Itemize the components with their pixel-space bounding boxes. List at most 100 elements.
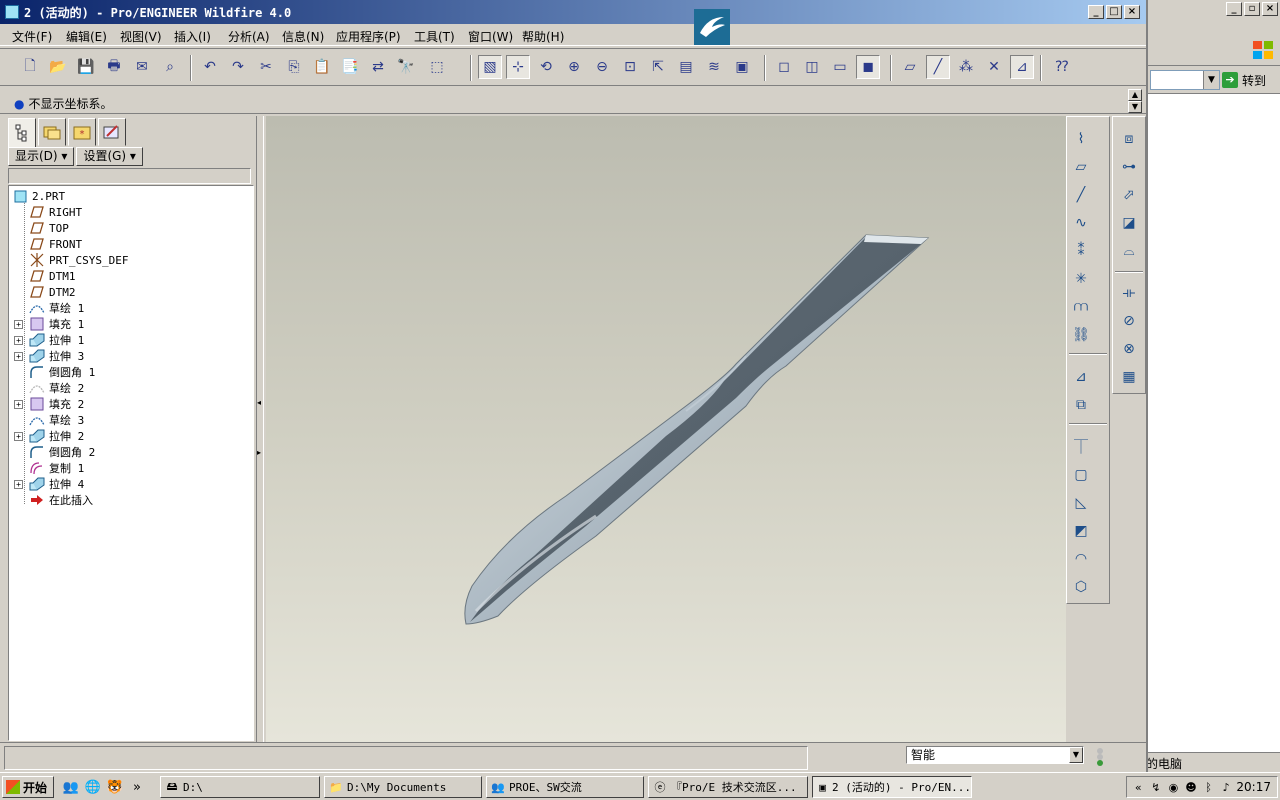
- rt-copy-geom-icon[interactable]: ⧉: [1069, 393, 1093, 417]
- tray-bluetooth-icon[interactable]: ᛒ: [1201, 780, 1216, 795]
- tree-item[interactable]: DTM2: [29, 284, 76, 300]
- taskbar-task[interactable]: ▣ 2 (活动的) - Pro/EN...: [812, 776, 972, 798]
- save-icon[interactable]: 💾: [74, 55, 98, 79]
- menu-window[interactable]: 窗口(W): [468, 28, 513, 45]
- rt-datum-curve-icon[interactable]: ∿: [1069, 211, 1093, 235]
- rt-chamfer-icon[interactable]: ⬡: [1069, 575, 1093, 599]
- expand-right-icon[interactable]: ▸: [257, 448, 261, 457]
- ie-quick-icon[interactable]: 🌐: [84, 778, 102, 796]
- tree-item[interactable]: FRONT: [29, 236, 82, 252]
- datum-point-display-icon[interactable]: ⁂: [954, 55, 978, 79]
- regenerate-icon[interactable]: ⇄: [366, 55, 390, 79]
- tray-expand-icon[interactable]: «: [1131, 780, 1146, 795]
- rt-trim-icon[interactable]: ⊗: [1117, 337, 1141, 361]
- menu-analysis[interactable]: 分析(A): [228, 28, 270, 45]
- tree-expander[interactable]: +: [14, 399, 23, 409]
- graphics-window[interactable]: [266, 116, 1066, 742]
- title-bar[interactable]: 2 (活动的) - Pro/ENGINEER Wildfire 4.0 _ □ …: [0, 0, 1146, 24]
- address-dropdown-button[interactable]: ▼: [1203, 71, 1219, 89]
- tree-filter-field[interactable]: [8, 168, 251, 184]
- background-address-input[interactable]: ▼: [1150, 70, 1220, 90]
- tree-item[interactable]: 拉伸 4: [29, 476, 84, 492]
- refit-icon[interactable]: ⊡: [618, 55, 642, 79]
- tray-volume-icon[interactable]: ♪: [1219, 780, 1234, 795]
- menu-tools[interactable]: 工具(T): [414, 28, 455, 45]
- tree-item[interactable]: 拉伸 1: [29, 332, 84, 348]
- tree-item[interactable]: 拉伸 3: [29, 348, 84, 364]
- maximize-button[interactable]: □: [1106, 5, 1122, 19]
- wireframe-icon[interactable]: ◻: [772, 55, 796, 79]
- annotation-display-icon[interactable]: ⊿: [1010, 55, 1034, 79]
- undo-icon[interactable]: ↶: [198, 55, 222, 79]
- layers-icon[interactable]: ≋: [702, 55, 726, 79]
- send-mail-icon[interactable]: ✉: [130, 55, 154, 79]
- redo-icon[interactable]: ↷: [226, 55, 250, 79]
- rt-hole-icon[interactable]: ⏉: [1069, 435, 1093, 459]
- connections-tab[interactable]: [98, 118, 126, 146]
- rt-datum-csys-icon[interactable]: ✳: [1069, 267, 1093, 291]
- rt-rib-icon[interactable]: ◺: [1069, 491, 1093, 515]
- rt-round-icon[interactable]: ◠: [1069, 547, 1093, 571]
- rt-blend-icon[interactable]: ◪: [1117, 211, 1141, 235]
- app-quick-icon[interactable]: 🐯: [106, 778, 124, 796]
- tree-root[interactable]: 2.PRT: [12, 188, 65, 204]
- expand-toggle-icon[interactable]: +: [14, 335, 23, 345]
- tree-expander[interactable]: +: [14, 335, 23, 345]
- datum-plane-display-icon[interactable]: ▱: [898, 55, 922, 79]
- expand-toggle-icon[interactable]: +: [14, 319, 23, 329]
- rt-datum-axis-icon[interactable]: ╱: [1069, 183, 1093, 207]
- cut-icon[interactable]: ✂: [254, 55, 278, 79]
- tree-item[interactable]: DTM1: [29, 268, 76, 284]
- minimize-button[interactable]: _: [1088, 5, 1104, 19]
- menu-view[interactable]: 视图(V): [120, 28, 162, 45]
- tree-item[interactable]: 填充 1: [29, 316, 84, 332]
- tree-item[interactable]: 倒圆角 1: [29, 364, 95, 380]
- settings-menu-button[interactable]: 设置(G) ▾: [76, 147, 143, 166]
- message-scroll-up-button[interactable]: ▲: [1128, 89, 1142, 101]
- go-button[interactable]: ➔ 转到: [1222, 70, 1266, 90]
- expand-toggle-icon[interactable]: +: [14, 431, 23, 441]
- expand-toggle-icon[interactable]: +: [14, 479, 23, 489]
- menu-edit[interactable]: 编辑(E): [66, 28, 107, 45]
- context-help-icon[interactable]: ⁇: [1050, 55, 1074, 79]
- paste-special-icon[interactable]: 📑: [338, 55, 362, 79]
- model-tree-tab[interactable]: [8, 118, 36, 148]
- tree-item[interactable]: 填充 2: [29, 396, 84, 412]
- send-link-icon[interactable]: ⌕: [158, 55, 182, 79]
- panel-splitter[interactable]: ◂ ▸: [256, 116, 264, 742]
- find-icon[interactable]: 🔭: [394, 55, 418, 79]
- menu-file[interactable]: 文件(F): [12, 28, 52, 45]
- view-manager-icon[interactable]: ▣: [730, 55, 754, 79]
- messenger-icon[interactable]: 👥: [62, 778, 80, 796]
- tree-expander[interactable]: +: [14, 351, 23, 361]
- tree-item[interactable]: PRT_CSYS_DEF: [29, 252, 128, 268]
- expand-toggle-icon[interactable]: +: [14, 399, 23, 409]
- tree-expander[interactable]: +: [14, 431, 23, 441]
- bg-close-button[interactable]: ×: [1262, 2, 1278, 16]
- new-icon[interactable]: 🗋: [18, 55, 42, 79]
- menu-info[interactable]: 信息(N): [282, 28, 324, 45]
- rt-analysis-feature-icon[interactable]: ⩋: [1069, 295, 1093, 319]
- rt-connect-icon[interactable]: ⛓: [1069, 323, 1093, 347]
- rt-annotation-icon[interactable]: ⊿: [1069, 365, 1093, 389]
- tree-item[interactable]: RIGHT: [29, 204, 82, 220]
- taskbar-task[interactable]: 📁 D:\My Documents: [324, 776, 482, 798]
- tree-item[interactable]: 草绘 1: [29, 300, 84, 316]
- csys-display-icon[interactable]: ✕: [982, 55, 1006, 79]
- paste-icon[interactable]: 📋: [310, 55, 334, 79]
- repaint-icon[interactable]: ▧: [478, 55, 502, 79]
- folder-browser-tab[interactable]: [38, 118, 66, 146]
- selection-filter[interactable]: 智能 ▼: [906, 746, 1084, 764]
- datum-axis-display-icon[interactable]: ╱: [926, 55, 950, 79]
- tray-network-icon[interactable]: ↯: [1149, 780, 1164, 795]
- tree-expander[interactable]: +: [14, 479, 23, 489]
- rt-datum-plane-icon[interactable]: ▱: [1069, 155, 1093, 179]
- taskbar-task[interactable]: ⓔ 『Pro/E 技术交流区...: [648, 776, 808, 798]
- rt-pattern-icon[interactable]: ▦: [1117, 365, 1141, 389]
- more-icon[interactable]: »: [128, 778, 146, 796]
- rt-mirror-icon[interactable]: ⟛: [1117, 281, 1141, 305]
- tree-item[interactable]: TOP: [29, 220, 69, 236]
- rt-merge-icon[interactable]: ⊘: [1117, 309, 1141, 333]
- model-3d-view[interactable]: [266, 116, 1066, 742]
- clock[interactable]: 20:17: [1236, 780, 1271, 794]
